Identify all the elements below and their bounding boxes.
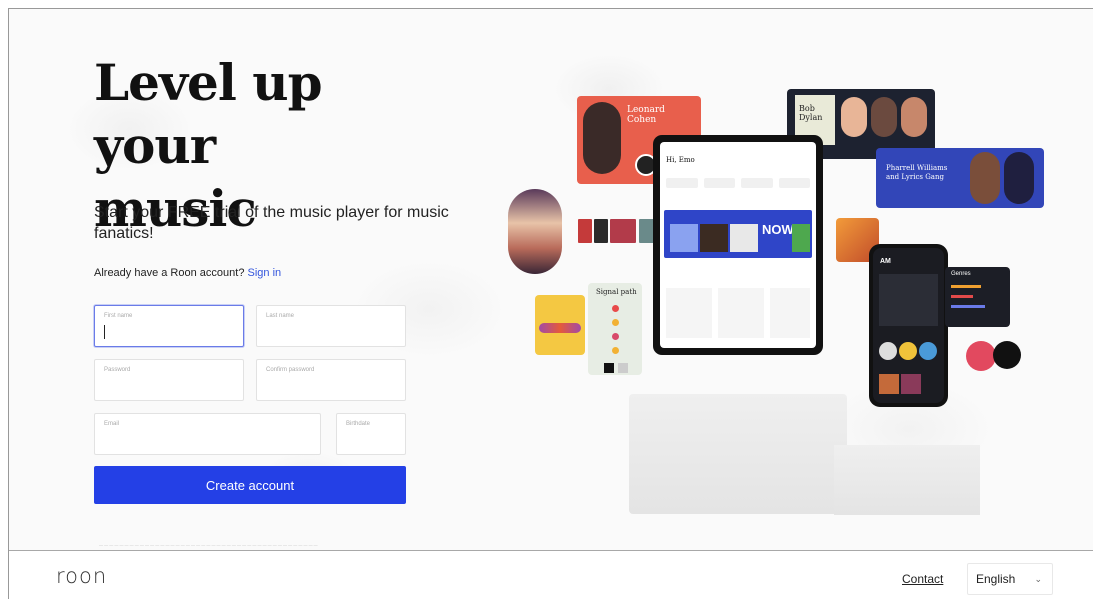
artist-photo (583, 102, 621, 174)
phone-mockup: AM (869, 244, 948, 407)
hero-subtitle: Start your FREE trial of the music playe… (94, 204, 449, 242)
confirm-password-field[interactable]: Confirm password (256, 359, 406, 401)
email-field[interactable]: Email (94, 413, 321, 455)
password-placeholder: Password (104, 367, 131, 373)
fine-print: — — — — — — — — — — — — — — — — — — — — … (99, 542, 318, 547)
tablet-chips (666, 178, 810, 188)
email-placeholder: Email (104, 421, 120, 427)
pedestal-large (629, 394, 847, 514)
signin-link[interactable]: Sign in (248, 267, 282, 279)
chevron-down-icon: ⌄ (1034, 574, 1042, 584)
pedestal-small (834, 445, 980, 515)
page: Level up your music Start your FREE tria… (8, 8, 1093, 599)
tablet-greeting: Hi, Emo (666, 156, 695, 164)
signin-prompt: Already have a Roon account? Sign in (94, 267, 281, 279)
text-cursor (104, 325, 105, 339)
tablet-tile (770, 288, 810, 338)
genre-bubble (993, 341, 1021, 369)
language-selected: English (976, 572, 1016, 586)
tablet-screen: Hi, Emo NOW (660, 142, 816, 348)
birthdate-placeholder: Birthdate (346, 421, 371, 427)
birthdate-field[interactable]: Birthdate (336, 413, 406, 455)
artist-photo (1004, 152, 1034, 204)
signal-path-title: Signal path (596, 288, 637, 296)
waveform-card (535, 295, 585, 355)
phone-header: AM (880, 258, 891, 265)
password-field[interactable]: Password (94, 359, 244, 401)
confirm-password-placeholder: Confirm password (266, 367, 315, 373)
genre-bubble (966, 341, 996, 371)
last-name-placeholder: Last name (266, 313, 295, 319)
tablet-tile (666, 288, 712, 338)
genres-title: Genres (951, 271, 971, 277)
genres-card: Genres (945, 267, 1010, 327)
first-name-placeholder: First name (104, 313, 133, 319)
headline-line-1: Level up your (94, 53, 323, 175)
album-thumb (578, 219, 592, 243)
last-name-field[interactable]: Last name (256, 305, 406, 347)
signal-path-card: Signal path (588, 283, 642, 375)
contact-link[interactable]: Contact (902, 572, 943, 586)
phone-screen: AM (873, 248, 944, 403)
album-thumb (610, 219, 636, 243)
artist-photo (871, 97, 897, 137)
artist-card-leonard-title: Leonard Cohen (627, 105, 665, 125)
tablet-mockup: Hi, Emo NOW (653, 135, 823, 355)
artist-card-bob-title: Bob Dylan (799, 104, 823, 122)
now-label: NOW (762, 222, 794, 237)
featured-card: Pharrell Williams and Lyrics Gang (876, 148, 1044, 208)
tablet-tile (718, 288, 764, 338)
artist-photo (970, 152, 1000, 204)
first-name-field[interactable]: First name (94, 305, 244, 347)
artist-photo (841, 97, 867, 137)
tablet-banner: NOW (664, 210, 812, 258)
page-footer: roon Contact English ⌄ (9, 550, 1093, 599)
album-thumb (594, 219, 608, 243)
featured-card-title: Pharrell Williams and Lyrics Gang (886, 164, 948, 181)
language-select[interactable]: English ⌄ (967, 563, 1053, 595)
account-prompt-text: Already have a Roon account? (94, 267, 245, 279)
artist-avatar (508, 189, 562, 274)
artist-photo (901, 97, 927, 137)
roon-logo[interactable]: roon (56, 564, 107, 588)
create-account-button[interactable]: Create account (94, 466, 406, 504)
